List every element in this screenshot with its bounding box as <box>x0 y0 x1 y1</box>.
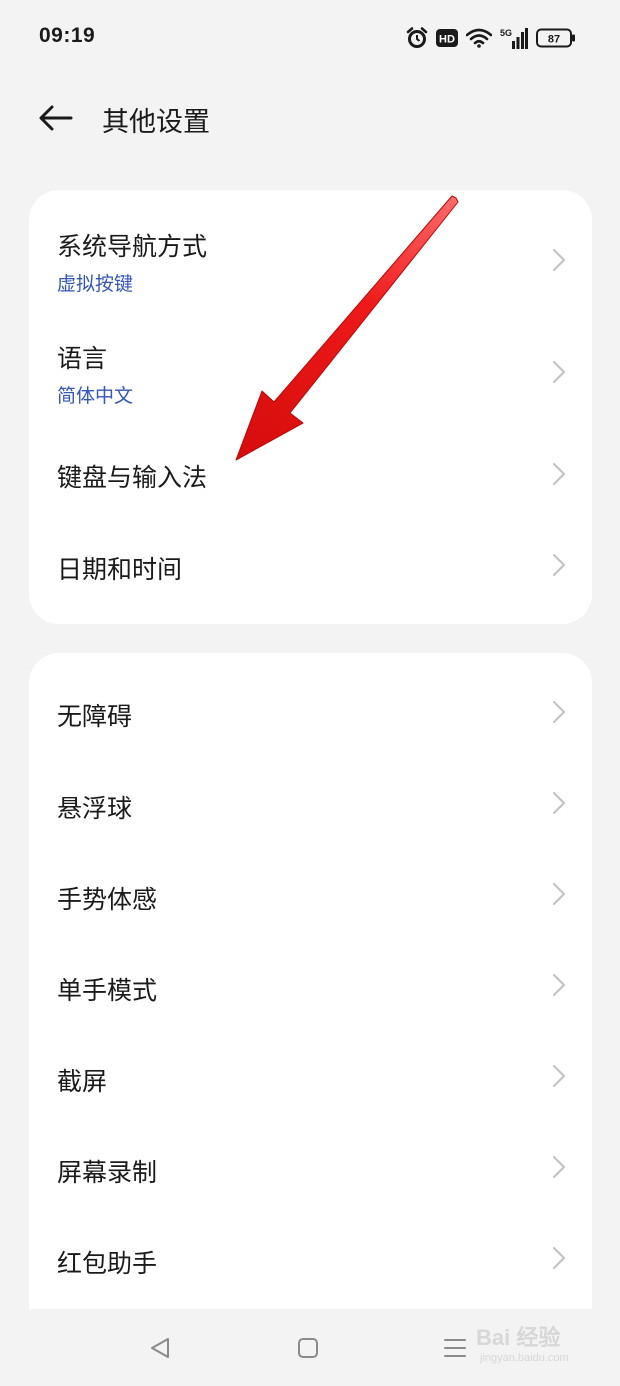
row-title: 无障碍 <box>57 702 133 731</box>
row-language[interactable]: 语言 简体中文 <box>29 302 592 414</box>
status-bar: 09:19 HD 5G 87 <box>0 0 620 76</box>
row-title: 手势体感 <box>57 885 158 914</box>
home-square-icon <box>298 1338 318 1358</box>
arrow-left-icon <box>39 105 73 131</box>
status-icons: HD 5G 87 <box>406 25 576 51</box>
wifi-icon <box>466 28 492 48</box>
alarm-icon <box>406 27 428 48</box>
back-button[interactable] <box>34 96 78 140</box>
row-subtitle: 简体中文 <box>57 385 134 407</box>
chevron-right-icon <box>552 1064 566 1088</box>
row-accessibility[interactable]: 无障碍 <box>29 653 592 757</box>
row-red-packet-assistant[interactable]: 红包助手 <box>29 1212 592 1309</box>
settings-group-1: 系统导航方式 虚拟按键 语言 简体中文 键盘与输入法 日期和时间 <box>29 190 592 624</box>
row-system-navigation[interactable]: 系统导航方式 虚拟按键 <box>29 190 592 302</box>
row-title: 语言 <box>57 344 108 373</box>
page-header: 其他设置 <box>0 88 620 148</box>
row-floating-ball[interactable]: 悬浮球 <box>29 757 592 848</box>
row-title: 红包助手 <box>57 1249 158 1278</box>
nav-menu-button[interactable] <box>435 1331 475 1365</box>
svg-text:87: 87 <box>548 34 560 46</box>
chevron-right-icon <box>552 791 566 815</box>
battery-icon: 87 <box>536 28 575 48</box>
chevron-right-icon <box>552 1246 566 1270</box>
chevron-right-icon <box>552 462 566 486</box>
nav-back-button[interactable] <box>140 1331 180 1365</box>
row-title: 截屏 <box>57 1067 108 1096</box>
row-title: 系统导航方式 <box>57 232 208 261</box>
chevron-right-icon <box>552 360 566 384</box>
row-title: 日期和时间 <box>57 555 183 584</box>
row-one-handed-mode[interactable]: 单手模式 <box>29 939 592 1030</box>
menu-lines-icon <box>444 1339 466 1357</box>
row-keyboard-input[interactable]: 键盘与输入法 <box>29 414 592 506</box>
chevron-right-icon <box>552 1155 566 1179</box>
row-title: 单手模式 <box>57 976 158 1005</box>
settings-screen: 09:19 HD 5G 87 其他设置 系统导航方式 虚拟按键 语言 简体中文 … <box>0 0 620 1386</box>
status-time: 09:19 <box>39 24 96 47</box>
row-screen-recording[interactable]: 屏幕录制 <box>29 1121 592 1212</box>
row-date-time[interactable]: 日期和时间 <box>29 506 592 624</box>
chevron-right-icon <box>552 700 566 724</box>
5g-signal-icon: 5G <box>500 28 528 49</box>
row-title: 键盘与输入法 <box>57 463 208 492</box>
nav-home-button[interactable] <box>288 1331 328 1365</box>
row-gestures-motions[interactable]: 手势体感 <box>29 848 592 939</box>
chevron-right-icon <box>552 882 566 906</box>
row-subtitle: 虚拟按键 <box>57 273 134 295</box>
row-screenshot[interactable]: 截屏 <box>29 1030 592 1121</box>
svg-text:5G: 5G <box>500 28 512 38</box>
row-title: 悬浮球 <box>57 794 133 823</box>
settings-group-2: 无障碍 悬浮球 手势体感 单手模式 截屏 屏幕录制 红包助手 <box>29 653 592 1309</box>
system-nav-bar <box>0 1309 620 1386</box>
row-title: 屏幕录制 <box>57 1158 158 1187</box>
hd-icon: HD <box>436 29 458 47</box>
chevron-right-icon <box>552 973 566 997</box>
chevron-right-icon <box>552 553 566 577</box>
page-title: 其他设置 <box>102 107 210 138</box>
svg-text:HD: HD <box>439 34 455 46</box>
back-triangle-icon <box>151 1338 169 1358</box>
chevron-right-icon <box>552 248 566 272</box>
